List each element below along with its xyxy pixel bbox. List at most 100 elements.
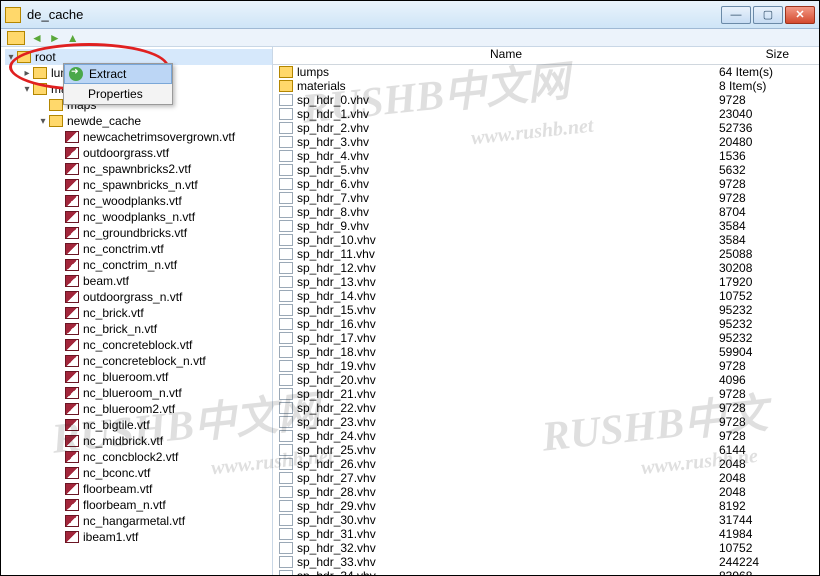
maximize-button[interactable]: ▢ [753,6,783,24]
tree-label: nc_blueroom.vtf [83,370,168,384]
list-row[interactable]: sp_hdr_33.vhv244224 [273,555,819,569]
file-name: sp_hdr_34.vhv [297,569,719,575]
list-row[interactable]: sp_hdr_0.vhv9728 [273,93,819,107]
list-row[interactable]: sp_hdr_14.vhv10752 [273,289,819,303]
minimize-button[interactable]: — [721,6,751,24]
list-row[interactable]: sp_hdr_3.vhv20480 [273,135,819,149]
list-row[interactable]: sp_hdr_12.vhv30208 [273,261,819,275]
tree-node[interactable]: nc_woodplanks.vtf [5,193,272,209]
list-row[interactable]: sp_hdr_28.vhv2048 [273,485,819,499]
list-row[interactable]: sp_hdr_15.vhv95232 [273,303,819,317]
list-row[interactable]: sp_hdr_7.vhv9728 [273,191,819,205]
context-extract[interactable]: Extract [64,64,172,84]
list-row[interactable]: sp_hdr_8.vhv8704 [273,205,819,219]
tree-node[interactable]: nc_conctrim_n.vtf [5,257,272,273]
tree-node[interactable]: outdoorgrass_n.vtf [5,289,272,305]
tree-node[interactable]: nc_bigtile.vtf [5,417,272,433]
back-icon[interactable]: ◄ [31,31,43,45]
expand-icon[interactable]: ▸ [21,68,33,79]
tree-node[interactable]: nc_groundbricks.vtf [5,225,272,241]
file-size: 5632 [719,163,819,177]
tree-label: nc_bconc.vtf [83,466,150,480]
fwd-icon[interactable]: ► [49,31,61,45]
tree-node[interactable]: floorbeam.vtf [5,481,272,497]
tree-node[interactable]: outdoorgrass.vtf [5,145,272,161]
list-row[interactable]: sp_hdr_21.vhv9728 [273,387,819,401]
list-row[interactable]: sp_hdr_10.vhv3584 [273,233,819,247]
tree-node[interactable]: nc_concreteblock.vtf [5,337,272,353]
tree-node[interactable]: nc_conctrim.vtf [5,241,272,257]
list-row[interactable]: sp_hdr_27.vhv2048 [273,471,819,485]
list-row[interactable]: sp_hdr_16.vhv95232 [273,317,819,331]
tree-label: ibeam1.vtf [83,530,138,544]
tree-node[interactable]: floorbeam_n.vtf [5,497,272,513]
list-row[interactable]: sp_hdr_32.vhv10752 [273,541,819,555]
tree-node[interactable]: nc_spawnbricks_n.vtf [5,177,272,193]
expand-icon[interactable]: ▾ [21,84,33,95]
list-row[interactable]: sp_hdr_24.vhv9728 [273,429,819,443]
tree-node[interactable]: newcachetrimsovergrown.vtf [5,129,272,145]
vtf-icon [65,211,79,223]
up-icon[interactable]: ▲ [67,31,79,45]
tree-node[interactable]: ▾newde_cache [5,113,272,129]
file-icon [279,318,293,330]
tree-label: nc_conctrim_n.vtf [83,258,177,272]
tree-panel[interactable]: ▾root▸lumps▾materialsmaps▾newde_cachenew… [1,47,273,575]
tree-node[interactable]: nc_blueroom.vtf [5,369,272,385]
expand-icon[interactable]: ▾ [37,116,49,127]
tree-node[interactable]: nc_concreteblock_n.vtf [5,353,272,369]
tree-node[interactable]: nc_brick.vtf [5,305,272,321]
column-size[interactable]: Size [719,47,819,64]
list-row[interactable]: sp_hdr_34.vhv83968 [273,569,819,575]
tree-node[interactable]: nc_blueroom_n.vtf [5,385,272,401]
tree-node[interactable]: nc_concblock2.vtf [5,449,272,465]
list-row[interactable]: sp_hdr_5.vhv5632 [273,163,819,177]
tree-node[interactable]: nc_hangarmetal.vtf [5,513,272,529]
tree-node[interactable]: beam.vtf [5,273,272,289]
list-row[interactable]: sp_hdr_18.vhv59904 [273,345,819,359]
list-body[interactable]: lumps64 Item(s)materials8 Item(s)sp_hdr_… [273,65,819,575]
list-row[interactable]: sp_hdr_6.vhv9728 [273,177,819,191]
context-menu: Extract Properties [63,63,173,105]
tree-node[interactable]: nc_brick_n.vtf [5,321,272,337]
list-row[interactable]: sp_hdr_9.vhv3584 [273,219,819,233]
context-properties[interactable]: Properties [64,84,172,104]
window-title: de_cache [27,7,721,22]
list-row[interactable]: lumps64 Item(s) [273,65,819,79]
file-icon [279,304,293,316]
list-row[interactable]: sp_hdr_4.vhv1536 [273,149,819,163]
tree-node[interactable]: nc_midbrick.vtf [5,433,272,449]
list-row[interactable]: sp_hdr_11.vhv25088 [273,247,819,261]
file-name: sp_hdr_16.vhv [297,317,719,331]
list-row[interactable]: sp_hdr_30.vhv31744 [273,513,819,527]
toolbar-icon[interactable] [7,31,25,45]
close-button[interactable]: ✕ [785,6,815,24]
list-row[interactable]: sp_hdr_29.vhv8192 [273,499,819,513]
list-row[interactable]: sp_hdr_1.vhv23040 [273,107,819,121]
file-size: 9728 [719,93,819,107]
list-row[interactable]: sp_hdr_17.vhv95232 [273,331,819,345]
file-icon [279,528,293,540]
file-size: 59904 [719,345,819,359]
column-name[interactable]: Name [293,47,719,64]
tree-node[interactable]: nc_bconc.vtf [5,465,272,481]
list-row[interactable]: sp_hdr_22.vhv9728 [273,401,819,415]
file-icon [279,416,293,428]
tree-node[interactable]: nc_blueroom2.vtf [5,401,272,417]
tree-node[interactable]: nc_woodplanks_n.vtf [5,209,272,225]
list-row[interactable]: materials8 Item(s) [273,79,819,93]
list-row[interactable]: sp_hdr_20.vhv4096 [273,373,819,387]
expand-icon[interactable]: ▾ [5,52,17,63]
list-row[interactable]: sp_hdr_23.vhv9728 [273,415,819,429]
list-row[interactable]: sp_hdr_26.vhv2048 [273,457,819,471]
tree-node[interactable]: ibeam1.vtf [5,529,272,545]
list-row[interactable]: sp_hdr_19.vhv9728 [273,359,819,373]
list-row[interactable]: sp_hdr_31.vhv41984 [273,527,819,541]
list-row[interactable]: sp_hdr_2.vhv52736 [273,121,819,135]
file-icon [279,472,293,484]
tree-node[interactable]: nc_spawnbricks2.vtf [5,161,272,177]
list-panel: Name Size lumps64 Item(s)materials8 Item… [273,47,819,575]
context-properties-label: Properties [88,87,143,101]
list-row[interactable]: sp_hdr_25.vhv6144 [273,443,819,457]
list-row[interactable]: sp_hdr_13.vhv17920 [273,275,819,289]
